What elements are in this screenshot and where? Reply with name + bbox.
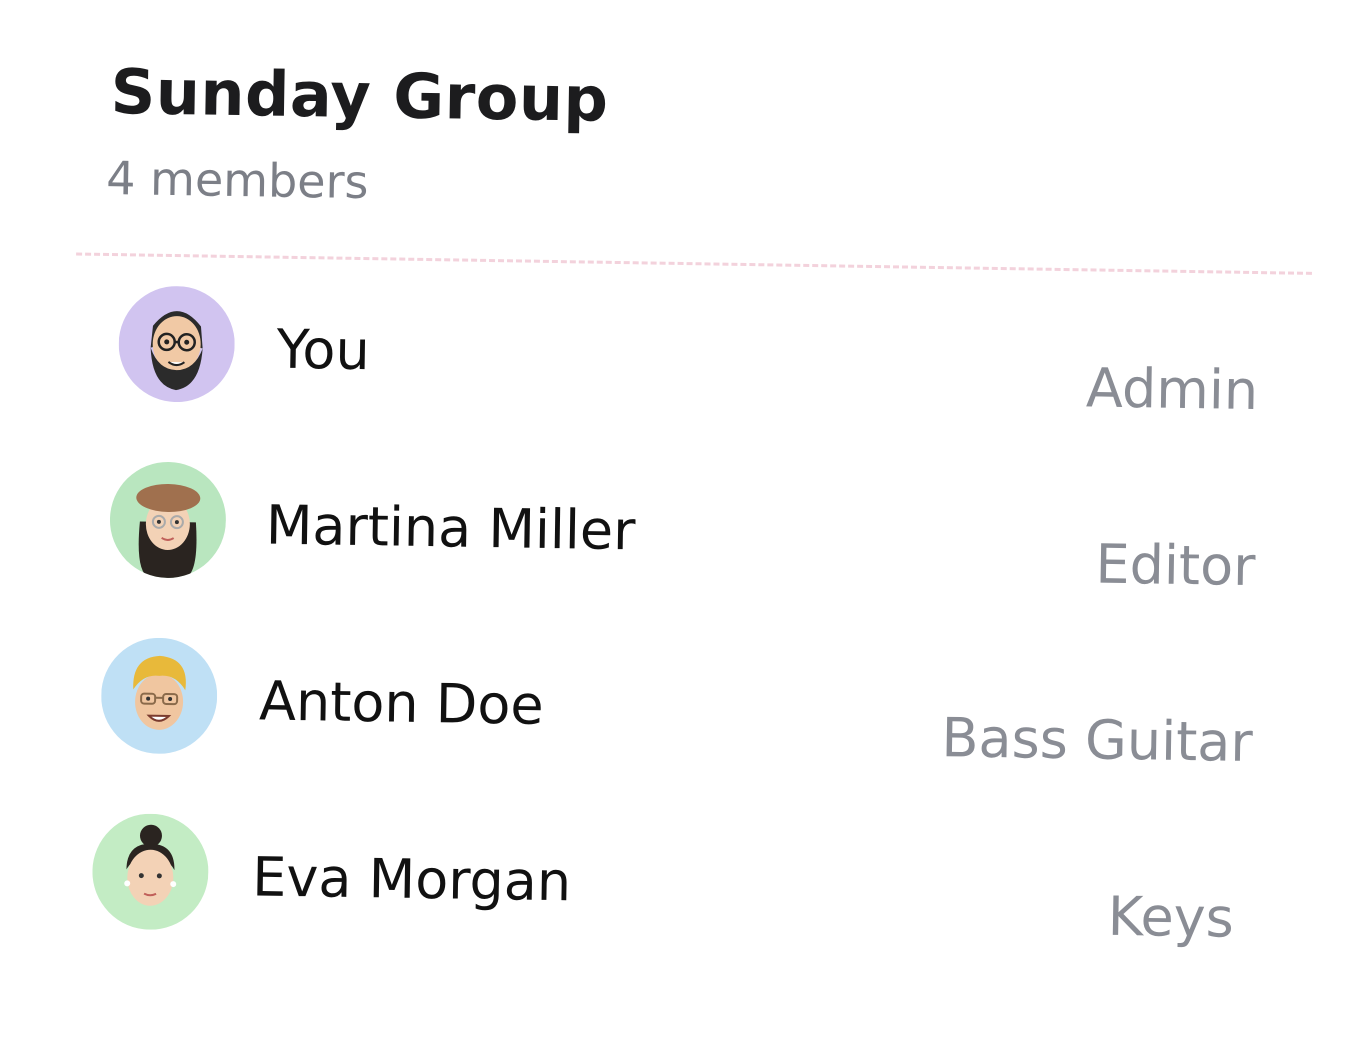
member-name: Martina Miller	[265, 493, 636, 562]
member-row-you[interactable]: You Admin	[2, 279, 1362, 420]
woman-bun-avatar-icon	[92, 813, 210, 931]
group-title: Sunday Group	[110, 55, 609, 136]
member-row-martina-miller[interactable]: Martina Miller Editor	[0, 455, 1362, 596]
member-row-anton-doe[interactable]: Anton Doe Bass Guitar	[0, 631, 1360, 772]
member-count: 4 members	[106, 151, 369, 209]
group-card: Sunday Group 4 members You Admin	[0, 0, 1362, 1053]
member-name: Eva Morgan	[252, 845, 572, 913]
member-role: Admin	[1086, 356, 1259, 422]
woman-beret-avatar-icon	[109, 461, 227, 579]
member-role: Bass Guitar	[941, 706, 1253, 774]
member-role: Keys	[1107, 885, 1234, 950]
blond-man-avatar-icon	[100, 637, 218, 755]
bearded-man-glasses-avatar-icon	[118, 285, 236, 403]
member-role: Editor	[1095, 533, 1256, 599]
member-row-eva-morgan[interactable]: Eva Morgan Keys	[0, 807, 1357, 948]
dashed-divider	[76, 252, 1312, 274]
member-name: You	[276, 318, 370, 382]
member-name: Anton Doe	[259, 669, 545, 736]
